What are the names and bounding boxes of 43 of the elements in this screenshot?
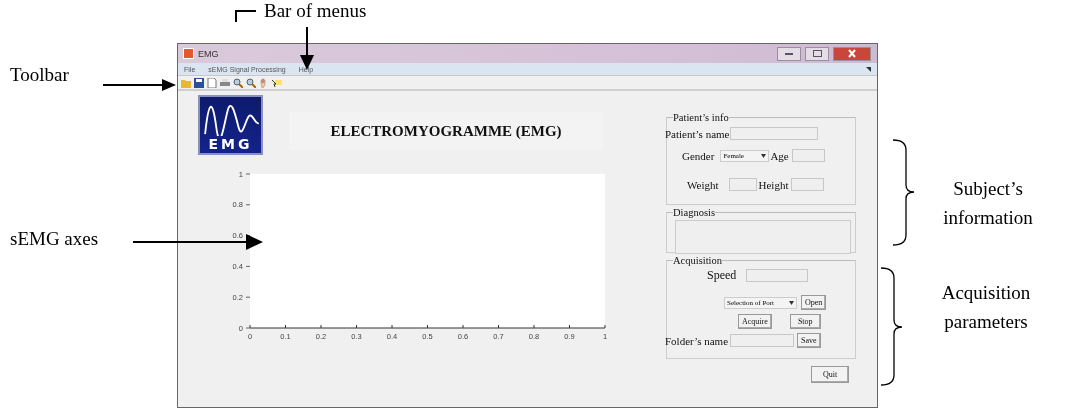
field-label: Speed (707, 268, 737, 283)
callout-label: Bar of menus (264, 0, 367, 23)
maximize-button[interactable] (805, 46, 829, 61)
age-field[interactable] (791, 149, 825, 162)
weight-field[interactable] (728, 178, 757, 191)
minimize-button[interactable] (777, 46, 801, 61)
name-field[interactable] (730, 127, 819, 140)
callout-label: Toolbar (10, 64, 69, 87)
close-icon (847, 49, 857, 58)
group-title: Patient’s info (673, 112, 729, 123)
quit-button[interactable]: Quit (811, 366, 849, 383)
group-title: Diagnosis (673, 207, 715, 218)
emg-logo: EMG (198, 95, 263, 155)
field-label: Gender (682, 149, 715, 162)
group-title: Acquisition (673, 255, 722, 266)
dock-arrow-icon[interactable] (866, 66, 871, 72)
window-title: EMG (198, 48, 219, 59)
field-label: Age (770, 149, 789, 162)
field-label: Patient’s name (665, 127, 730, 140)
height-field[interactable] (791, 178, 825, 191)
dropdown-arrow-icon (761, 153, 767, 158)
print-icon[interactable] (220, 77, 230, 88)
dropdown-arrow-icon (789, 300, 794, 305)
field-label: Weight (687, 178, 719, 191)
callout-label: sEMG axes (10, 228, 99, 251)
callout-label: Subject’s information (942, 177, 1034, 230)
save-icon[interactable] (194, 77, 204, 88)
zoom-out-icon[interactable] (246, 77, 256, 88)
app-heading: ELECTROMYOGRAMME (EMG) (330, 122, 562, 140)
close-button[interactable] (833, 46, 871, 61)
field-label: Height (758, 178, 789, 191)
cursor-icon[interactable] (272, 77, 282, 88)
diagnosis-field[interactable] (675, 220, 851, 254)
folder-field[interactable] (730, 334, 795, 347)
open-button[interactable]: Open (801, 295, 827, 310)
speed-field[interactable] (746, 269, 809, 282)
stop-button[interactable]: Stop (789, 314, 821, 329)
acquire-button[interactable]: Acquire (738, 314, 772, 329)
field-label: Folder’s name (665, 334, 729, 347)
save-button[interactable]: Save (797, 333, 821, 348)
app-icon (183, 48, 194, 59)
callout-label: Acquisition parameters (940, 281, 1032, 335)
zoom-in-icon[interactable] (233, 77, 243, 88)
